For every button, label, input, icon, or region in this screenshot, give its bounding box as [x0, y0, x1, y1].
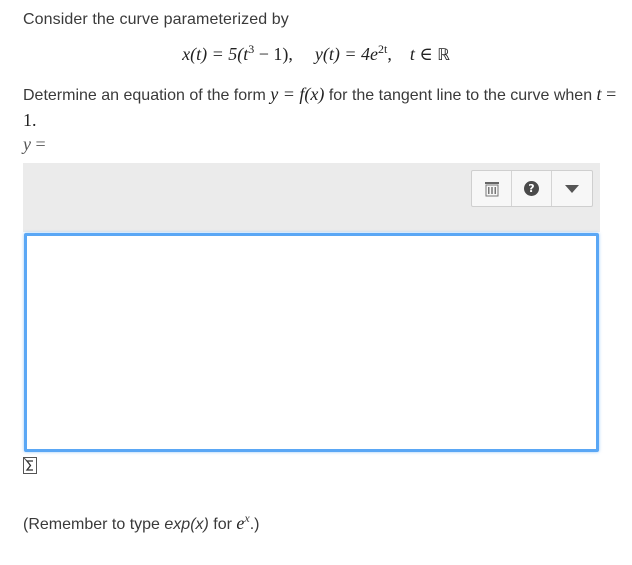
- dropdown-button[interactable]: [552, 171, 592, 206]
- help-button[interactable]: ?: [512, 171, 552, 206]
- answer-label: y =: [23, 134, 46, 154]
- keyboard-icon: [484, 181, 499, 196]
- dropdown-arrow-icon: [565, 184, 579, 193]
- parametric-equations: x(t) = 5(t3 − 1), y(t) = 4e2t, t ∈ ℝ: [0, 42, 632, 65]
- domain-statement: t ∈ ℝ: [409, 44, 450, 64]
- y-equation: y(t) = 4e2t,: [314, 42, 392, 64]
- question-task: Determine an equation of the form y = f(…: [23, 84, 617, 130]
- toolbar-button-group: ?: [471, 170, 593, 207]
- help-icon: ?: [524, 181, 539, 196]
- x-equation: x(t) = 5(t3 − 1),: [182, 42, 293, 64]
- math-editor-toolbar: ?: [23, 163, 600, 232]
- keyboard-button[interactable]: [472, 171, 512, 206]
- question-intro: Consider the curve parameterized by: [23, 11, 289, 28]
- answer-input[interactable]: [24, 233, 599, 452]
- reminder-note: (Remember to type exp(x) for ex.): [23, 511, 260, 533]
- equation-editor-icon[interactable]: [23, 457, 37, 474]
